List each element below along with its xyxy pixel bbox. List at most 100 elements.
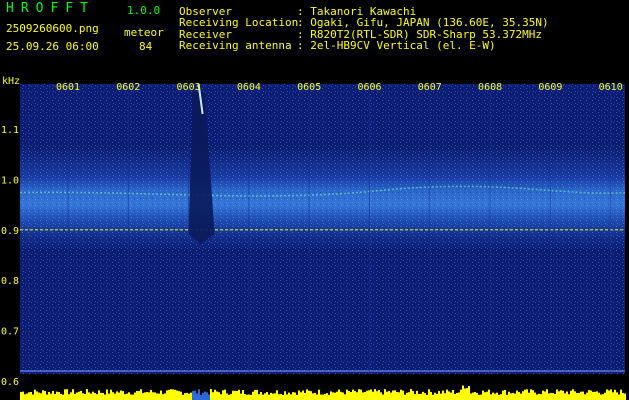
signal-bar	[242, 390, 244, 400]
signal-bar	[434, 392, 436, 400]
signal-bar	[192, 390, 194, 400]
signal-bar	[360, 389, 362, 400]
signal-bar	[410, 389, 412, 400]
signal-bar	[380, 392, 382, 400]
signal-bar	[156, 393, 158, 400]
signal-bar	[328, 394, 330, 400]
signal-bar	[416, 390, 418, 400]
y-axis-unit: kHz	[2, 76, 20, 87]
signal-bar	[622, 392, 624, 400]
signal-bar	[530, 389, 532, 400]
signal-bar	[382, 394, 384, 400]
signal-bar	[498, 394, 500, 400]
signal-bar	[422, 391, 424, 400]
signal-bar	[330, 391, 332, 400]
signal-bar	[572, 389, 574, 400]
signal-bar	[128, 392, 130, 400]
signal-bar	[398, 392, 400, 400]
signal-bar	[408, 392, 410, 400]
signal-bar	[502, 390, 504, 400]
signal-bar	[488, 389, 490, 400]
signal-bar	[106, 389, 108, 400]
signal-bar	[204, 391, 206, 400]
signal-bar	[218, 392, 220, 400]
signal-bar	[432, 394, 434, 400]
signal-bar	[178, 391, 180, 400]
signal-bar	[194, 390, 196, 400]
signal-bar	[610, 389, 612, 400]
signal-bar	[68, 394, 70, 400]
signal-bar	[468, 386, 470, 400]
signal-bar	[110, 389, 112, 400]
signal-bar	[320, 394, 322, 400]
signal-bar	[90, 393, 92, 400]
signal-bar	[356, 392, 358, 400]
x-tick-label: 0603	[177, 82, 201, 93]
signal-bar	[396, 391, 398, 400]
signal-bar	[208, 394, 210, 400]
signal-bar	[252, 391, 254, 400]
signal-bar	[318, 389, 320, 400]
signal-bar	[412, 391, 414, 400]
signal-bar	[34, 389, 36, 400]
y-tick-label: 1.1	[1, 125, 19, 136]
signal-bar	[302, 390, 304, 400]
signal-bar	[64, 389, 66, 400]
signal-bar	[108, 393, 110, 400]
signal-bar	[220, 394, 222, 400]
signal-bar	[98, 390, 100, 400]
signal-bar	[374, 389, 376, 400]
signal-bar	[112, 392, 114, 400]
signal-bar	[270, 392, 272, 400]
signal-bar	[312, 393, 314, 400]
signal-bar	[394, 390, 396, 400]
signal-bar	[594, 391, 596, 400]
signal-bar	[172, 389, 174, 400]
signal-bar	[118, 392, 120, 400]
signal-bar	[150, 389, 152, 400]
signal-bar	[114, 393, 116, 400]
signal-bar	[168, 389, 170, 400]
signal-bar	[280, 394, 282, 400]
signal-bar	[20, 392, 22, 400]
signal-bar	[554, 394, 556, 400]
y-tick-label: 0.6	[1, 377, 19, 388]
signal-bar	[478, 394, 480, 400]
signal-bar	[88, 392, 90, 400]
signal-bar	[244, 393, 246, 400]
signal-bar	[294, 392, 296, 400]
x-tick-label: 0604	[237, 82, 261, 93]
signal-bar	[42, 390, 44, 400]
signal-bar	[164, 393, 166, 400]
signal-bar	[274, 393, 276, 400]
signal-bar	[326, 393, 328, 400]
signal-bar	[576, 392, 578, 400]
spectrum-band-noise	[20, 144, 625, 254]
signal-bar	[92, 391, 94, 400]
signal-bar	[448, 391, 450, 400]
signal-bar	[424, 393, 426, 400]
signal-bar	[288, 392, 290, 400]
signal-bar	[472, 392, 474, 400]
signal-bar	[314, 392, 316, 400]
signal-bar	[170, 389, 172, 400]
signal-bar	[72, 389, 74, 400]
signal-bar	[370, 389, 372, 400]
signal-bar	[146, 392, 148, 400]
signal-bar	[94, 393, 96, 400]
meteor-count: 84	[139, 40, 153, 53]
signal-bar	[140, 389, 142, 400]
signal-bar	[52, 390, 54, 400]
signal-bar	[60, 393, 62, 400]
signal-bar	[130, 394, 132, 400]
signal-bar	[232, 390, 234, 400]
signal-bar	[222, 390, 224, 400]
signal-bar	[386, 391, 388, 400]
y-tick-label: 1.0	[1, 175, 19, 186]
signal-bar	[584, 394, 586, 400]
signal-bar	[142, 393, 144, 400]
signal-bar	[366, 390, 368, 400]
signal-bar	[344, 394, 346, 400]
signal-bar	[590, 390, 592, 400]
y-tick-label: 0.9	[1, 226, 19, 237]
